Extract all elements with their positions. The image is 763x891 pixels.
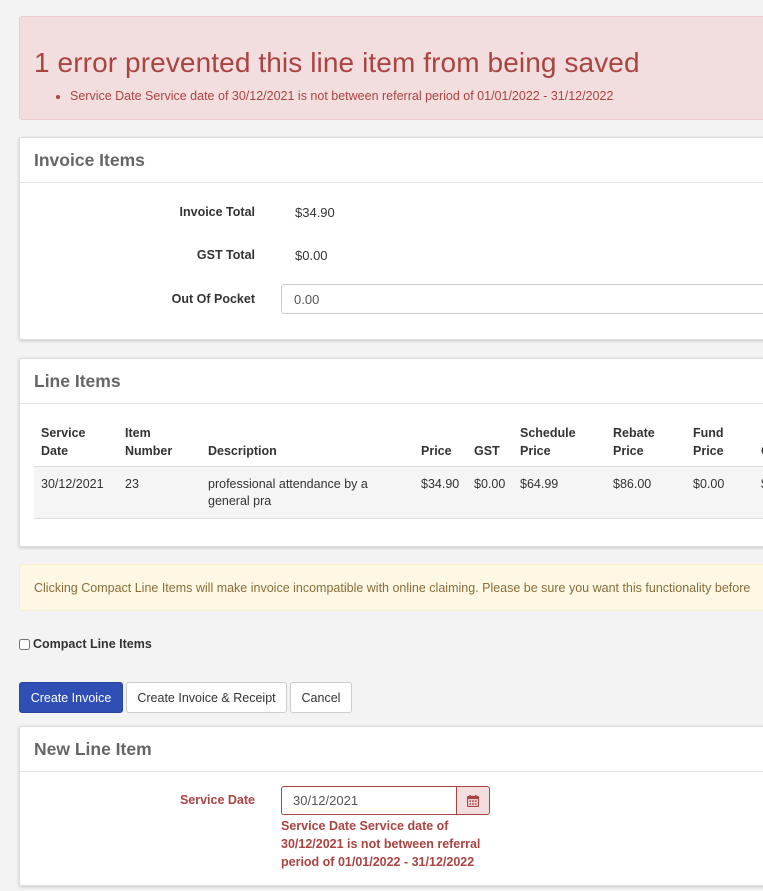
cell-fund-price: $0.00: [686, 466, 754, 519]
cell-gap: $: [754, 466, 763, 519]
error-list-item: Service Date Service date of 30/12/2021 …: [70, 89, 613, 103]
calendar-icon[interactable]: [456, 786, 490, 815]
error-alert: 1 error prevented this line item from be…: [19, 16, 763, 120]
compact-warning-alert: Clicking Compact Line Items will make in…: [19, 564, 763, 611]
cell-price: $34.90: [414, 466, 467, 519]
new-line-item-heading: New Line Item: [20, 727, 763, 772]
line-items-heading: Line Items: [20, 359, 763, 404]
col-header-price[interactable]: Price: [414, 424, 467, 467]
new-line-item-panel: New Line Item Service Date Ser: [19, 726, 763, 886]
col-header-fund-price[interactable]: Fund Price: [686, 424, 754, 467]
cell-item-number: 23: [118, 466, 201, 519]
create-invoice-button[interactable]: Create Invoice: [19, 682, 123, 713]
col-header-item-number[interactable]: Item Number: [118, 424, 201, 467]
out-of-pocket-label: Out Of Pocket: [171, 292, 255, 306]
error-list: Service Date Service date of 30/12/2021 …: [70, 89, 613, 103]
invoice-items-heading: Invoice Items: [20, 138, 763, 183]
cell-gst: $0.00: [467, 466, 513, 519]
create-invoice-receipt-button[interactable]: Create Invoice & Receipt: [126, 682, 287, 713]
gst-total-label: GST Total: [196, 248, 255, 262]
invoice-total-label: Invoice Total: [179, 205, 255, 219]
table-header-row: Service Date Item Number Description Pri…: [34, 424, 763, 467]
cell-schedule-price: $64.99: [513, 466, 606, 519]
table-row[interactable]: 30/12/2021 23 professional attendance by…: [34, 466, 763, 519]
cancel-button[interactable]: Cancel: [290, 682, 352, 713]
compact-line-items-checkbox[interactable]: [19, 638, 30, 650]
col-header-gst[interactable]: GST: [467, 424, 513, 467]
out-of-pocket-input[interactable]: [281, 284, 763, 314]
col-header-service-date[interactable]: Service Date: [34, 424, 118, 467]
service-date-error: Service Date Service date of 30/12/2021 …: [281, 819, 481, 869]
col-header-gap[interactable]: G: [754, 424, 763, 467]
col-header-description[interactable]: Description: [201, 424, 414, 467]
line-items-panel: Line Items Service Date Item Number Desc…: [19, 358, 763, 547]
service-date-group: [281, 786, 490, 815]
error-alert-title: 1 error prevented this line item from be…: [34, 47, 640, 78]
col-header-rebate-price[interactable]: Rebate Price: [606, 424, 686, 467]
gst-total-value: $0.00: [295, 248, 328, 263]
compact-line-items-toggle[interactable]: Compact Line Items: [19, 637, 152, 651]
line-items-table: Service Date Item Number Description Pri…: [34, 424, 763, 519]
cell-description: professional attendance by a general pra: [201, 466, 414, 519]
service-date-input[interactable]: [281, 786, 456, 815]
service-date-label: Service Date: [179, 793, 255, 807]
cell-rebate-price: $86.00: [606, 466, 686, 519]
compact-line-items-label: Compact Line Items: [33, 637, 152, 651]
cell-service-date: 30/12/2021: [34, 466, 118, 519]
invoice-total-value: $34.90: [295, 205, 335, 220]
invoice-items-panel: Invoice Items Invoice Total $34.90 GST T…: [19, 137, 763, 340]
col-header-schedule-price[interactable]: Schedule Price: [513, 424, 606, 467]
